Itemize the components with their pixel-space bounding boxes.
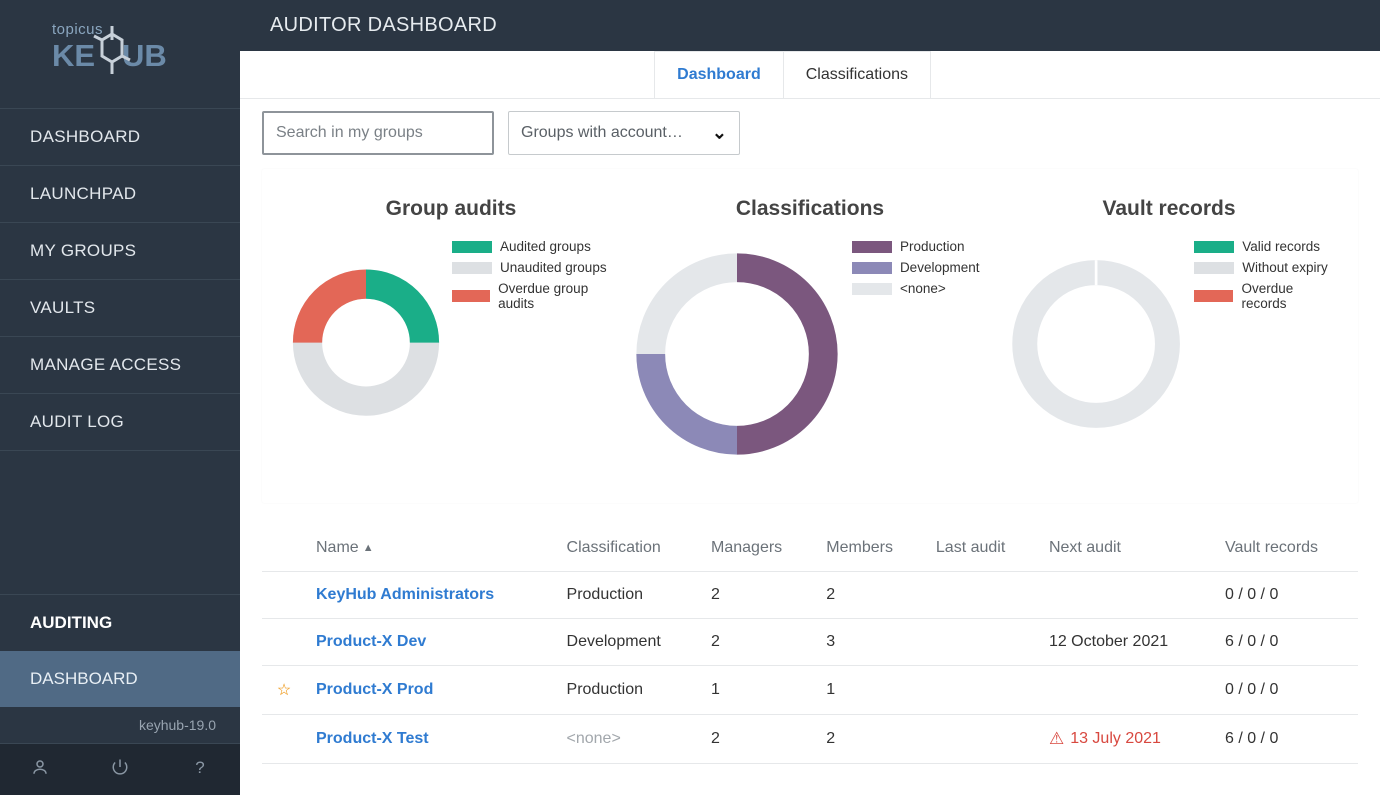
chart-title-vault-records: Vault records <box>998 197 1340 221</box>
filter-select[interactable]: Groups with account… ⌄ <box>508 111 740 155</box>
help-icon[interactable]: ? <box>160 744 240 795</box>
col-last-audit[interactable]: Last audit <box>926 525 1039 572</box>
cell-last-audit <box>926 666 1039 715</box>
cell-managers: 2 <box>701 619 816 666</box>
cell-classification: Development <box>557 619 702 666</box>
cell-classification: Production <box>557 666 702 715</box>
chart-group-audits <box>280 239 452 429</box>
cell-last-audit <box>926 619 1039 666</box>
col-next-audit[interactable]: Next audit <box>1039 525 1215 572</box>
col-classification[interactable]: Classification <box>557 525 702 572</box>
sidebar-section-auditing: AUDITING <box>0 594 240 651</box>
legend-classifications: Production Development <none> <box>852 239 980 302</box>
sidebar-item-my-groups[interactable]: MY GROUPS <box>0 223 240 280</box>
table-row[interactable]: ☆Product-X ProdProduction110 / 0 / 0 <box>262 666 1358 715</box>
cell-members: 2 <box>816 572 926 619</box>
filter-select-label: Groups with account… <box>521 124 683 142</box>
profile-icon[interactable] <box>0 744 80 795</box>
cell-vault-records: 6 / 0 / 0 <box>1215 715 1358 764</box>
cell-vault-records: 0 / 0 / 0 <box>1215 666 1358 715</box>
col-name[interactable]: Name▲ <box>306 525 557 572</box>
cell-members: 2 <box>816 715 926 764</box>
star-icon[interactable] <box>262 619 306 666</box>
page-title: AUDITOR DASHBOARD <box>240 0 1380 51</box>
col-members[interactable]: Members <box>816 525 926 572</box>
star-icon[interactable] <box>262 572 306 619</box>
cell-next-audit <box>1039 666 1215 715</box>
chart-title-group-audits: Group audits <box>280 197 622 221</box>
sidebar-item-launchpad[interactable]: LAUNCHPAD <box>0 166 240 223</box>
star-icon[interactable]: ☆ <box>262 666 306 715</box>
sidebar-version: keyhub-19.0 <box>0 707 240 743</box>
sidebar: topicus KE UB DASHBOARD LAUNCHPAD MY GRO… <box>0 0 240 795</box>
sidebar-subitem-dashboard[interactable]: DASHBOARD <box>0 651 240 707</box>
svg-text:UB: UB <box>122 38 167 73</box>
groups-table: Name▲ Classification Managers Members La… <box>262 525 1358 764</box>
svg-text:KE: KE <box>52 38 95 73</box>
cell-managers: 2 <box>701 572 816 619</box>
charts-panel: Group audits Audited groups Unaud <box>262 169 1358 503</box>
power-icon[interactable] <box>80 744 160 795</box>
group-link[interactable]: Product-X Prod <box>316 681 433 698</box>
table-row[interactable]: Product-X Test<none>22⚠ 13 July 20216 / … <box>262 715 1358 764</box>
main: AUDITOR DASHBOARD Dashboard Classificati… <box>240 0 1380 795</box>
chart-vault-records <box>998 239 1194 449</box>
tabs: Dashboard Classifications <box>240 51 1380 99</box>
cell-vault-records: 6 / 0 / 0 <box>1215 619 1358 666</box>
cell-classification: Production <box>557 572 702 619</box>
cell-last-audit <box>926 715 1039 764</box>
cell-next-audit: 12 October 2021 <box>1039 619 1215 666</box>
sidebar-footer: ? <box>0 743 240 795</box>
tab-classifications[interactable]: Classifications <box>783 51 931 98</box>
cell-members: 1 <box>816 666 926 715</box>
col-managers[interactable]: Managers <box>701 525 816 572</box>
sidebar-item-audit-log[interactable]: AUDIT LOG <box>0 394 240 451</box>
logo: topicus KE UB <box>0 0 240 108</box>
cell-next-audit: ⚠ 13 July 2021 <box>1039 715 1215 764</box>
controls: Groups with account… ⌄ <box>240 99 1380 169</box>
warning-icon: ⚠ <box>1049 729 1064 749</box>
legend-vault-records: Valid records Without expiry Overdue rec… <box>1194 239 1340 317</box>
cell-members: 3 <box>816 619 926 666</box>
chevron-down-icon: ⌄ <box>712 123 727 144</box>
sidebar-item-manage-access[interactable]: MANAGE ACCESS <box>0 337 240 394</box>
group-link[interactable]: Product-X Dev <box>316 633 426 650</box>
cell-vault-records: 0 / 0 / 0 <box>1215 572 1358 619</box>
chart-classifications <box>622 239 852 469</box>
tab-dashboard[interactable]: Dashboard <box>654 51 784 98</box>
cell-managers: 1 <box>701 666 816 715</box>
search-input[interactable] <box>262 111 494 155</box>
group-link[interactable]: KeyHub Administrators <box>316 586 494 603</box>
col-vault-records[interactable]: Vault records <box>1215 525 1358 572</box>
table-row[interactable]: KeyHub AdministratorsProduction220 / 0 /… <box>262 572 1358 619</box>
sidebar-item-dashboard[interactable]: DASHBOARD <box>0 109 240 166</box>
sidebar-item-vaults[interactable]: VAULTS <box>0 280 240 337</box>
cell-next-audit <box>1039 572 1215 619</box>
star-icon[interactable] <box>262 715 306 764</box>
group-link[interactable]: Product-X Test <box>316 730 429 747</box>
chart-title-classifications: Classifications <box>622 197 998 221</box>
cell-last-audit <box>926 572 1039 619</box>
table-row[interactable]: Product-X Dev Development23 12 October 202… <box>262 619 1358 666</box>
cell-classification: <none> <box>557 715 702 764</box>
sort-asc-icon: ▲ <box>363 542 374 554</box>
cell-managers: 2 <box>701 715 816 764</box>
legend-group-audits: Audited groups Unaudited groups Overdue … <box>452 239 622 317</box>
table-panel: Name▲ Classification Managers Members La… <box>262 525 1358 764</box>
